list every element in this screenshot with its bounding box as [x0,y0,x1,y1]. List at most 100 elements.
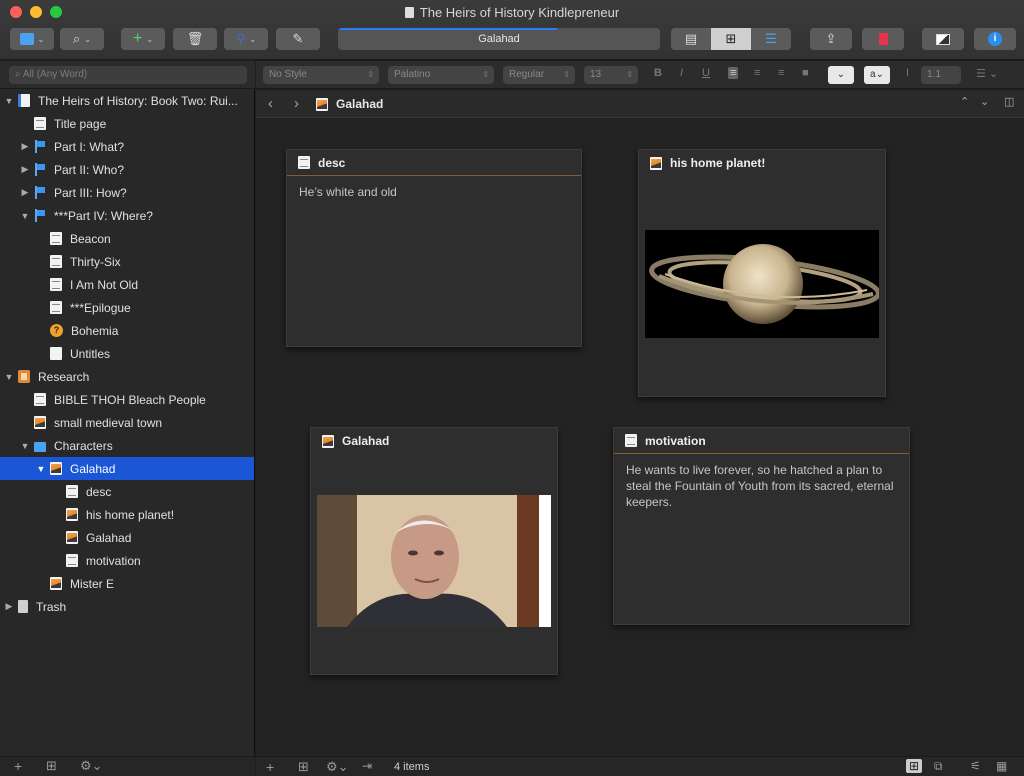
next-document-button[interactable]: ⌄ [980,95,989,108]
inspector-button[interactable]: i [974,28,1016,50]
document-title-field[interactable]: Galahad [338,28,660,50]
list-style-button[interactable]: ☰ ⌄ [976,67,998,80]
previous-document-button[interactable]: ⌃ [960,95,969,108]
binder-item-label: Research [38,369,90,384]
justify-button[interactable]: ■ [802,67,809,79]
back-button[interactable]: ‹ [268,95,273,112]
binder-search-input[interactable]: ⌕ All (Any Word) [9,66,247,84]
font-weight-select[interactable]: Regular ⇕ [503,66,575,84]
italic-button[interactable]: I [680,67,683,79]
binder-item-part-1[interactable]: ▶ Part I: What? [0,135,254,158]
text-color-button[interactable]: a⌄ [864,66,890,84]
corkboard-view-button[interactable]: ⊞ [711,28,751,50]
binder-item-desc[interactable]: desc [0,480,254,503]
document-icon [625,434,637,447]
add-button[interactable]: + ⌄ [121,28,165,50]
binder-item-i-am-not-old[interactable]: I Am Not Old [0,273,254,296]
disclosure-triangle[interactable]: ▶ [19,141,31,152]
binder-item-label: Galahad [86,530,132,545]
add-folder-button[interactable]: ⊞ [298,759,309,775]
move-out-button[interactable]: ⇥ [362,759,372,773]
card-options-button[interactable]: ⚟ [970,759,981,773]
forward-button[interactable]: › [294,95,299,112]
old-man-portrait [317,495,551,627]
disclosure-triangle[interactable]: ▼ [35,464,47,474]
disclosure-triangle[interactable]: ▼ [3,372,15,382]
settings-gear-button[interactable]: ⚙⌄ [80,758,103,774]
document-icon [50,301,62,314]
disclosure-triangle[interactable]: ▶ [3,601,15,612]
index-card-motivation[interactable]: motivation He wants to live forever, so … [613,427,910,625]
link-button[interactable]: ⚲ ⌄ [224,28,268,50]
disclosure-triangle[interactable]: ▼ [19,441,31,451]
binder-item-trash[interactable]: ▶ Trash [0,595,254,618]
disclosure-triangle[interactable]: ▶ [19,187,31,198]
bookmark-button[interactable] [862,28,904,50]
document-icon [50,255,62,268]
binder-item-thirty-six[interactable]: Thirty-Six [0,250,254,273]
add-card-button[interactable]: + [266,759,274,775]
binder-item-beacon[interactable]: Beacon [0,227,254,250]
binder-item-galahad-selected[interactable]: ▼ Galahad [0,457,254,480]
grid-layout-button[interactable]: ⊞ [906,759,923,773]
card-title: his home planet! [639,150,885,176]
document-icon [50,278,62,291]
font-size-select[interactable]: 13 ⇕ [584,66,638,84]
add-folder-button[interactable]: ⊞ [46,758,57,774]
disclosure-triangle[interactable]: ▼ [3,96,15,106]
breadcrumb[interactable]: Galahad [316,97,383,111]
document-proxy-icon[interactable] [404,7,414,18]
binder-item-part-3[interactable]: ▶ Part III: How? [0,181,254,204]
binder-item-label: The Heirs of History: Book Two: Rui... [38,93,238,108]
underline-button[interactable]: U [702,67,710,79]
index-card-home-planet[interactable]: his home planet! [638,149,886,397]
bold-button[interactable]: B [654,67,662,79]
split-editor-button[interactable]: ◫ [1004,95,1014,108]
binder-item-epilogue[interactable]: ***Epilogue [0,296,254,319]
binder-item-part-4[interactable]: ▼ ***Part IV: Where? [0,204,254,227]
binder-item-home-planet[interactable]: his home planet! [0,503,254,526]
disclosure-triangle[interactable]: ▼ [19,211,31,221]
binder-item-title-page[interactable]: Title page [0,112,254,135]
index-card-galahad[interactable]: Galahad [310,427,558,675]
folder-icon [34,441,46,452]
card-size-button[interactable]: ▦ [996,759,1007,773]
highlight-color-button[interactable]: ⌄ [828,66,854,84]
freeform-layout-button[interactable]: ⧉ [934,759,943,774]
delete-button[interactable]: 🗑 [173,28,217,50]
font-family-select[interactable]: Palatino ⇕ [388,66,494,84]
binder-item-part-2[interactable]: ▶ Part II: Who? [0,158,254,181]
binder-item-motivation[interactable]: motivation [0,549,254,572]
binder-item-galahad-image[interactable]: Galahad [0,526,254,549]
align-right-button[interactable]: ≡ [778,67,784,79]
compose-button[interactable]: ✎ [276,28,320,50]
settings-gear-button[interactable]: ⚙⌄ [326,759,349,775]
binder-item-untitles[interactable]: Untitles [0,342,254,365]
binder-item-research[interactable]: ▼ Research [0,365,254,388]
binder-item-bohemia[interactable]: ? Bohemia [0,319,254,342]
view-mode-button[interactable]: ⌄ [10,28,54,50]
binder-item-medieval-town[interactable]: small medieval town [0,411,254,434]
index-card-desc[interactable]: desc He’s white and old [286,149,582,347]
binder-item-mister-e[interactable]: Mister E [0,572,254,595]
search-button[interactable]: ⌕ ⌄ [60,28,104,50]
flag-icon [34,186,46,199]
quick-reference-button[interactable] [922,28,964,50]
binder-item-label: his home planet! [86,507,175,522]
add-item-button[interactable]: + [14,758,22,774]
line-spacing-select[interactable]: 1.1 [921,66,961,84]
style-select[interactable]: No Style ⇕ [263,66,379,84]
binder-item-characters[interactable]: ▼ Characters [0,434,254,457]
outliner-view-button[interactable]: ☰ [751,28,791,50]
scrivenings-view-button[interactable]: ▤ [671,28,711,50]
align-left-button[interactable]: ≡ [728,67,739,79]
line-spacing-icon: I [906,67,910,79]
window-title: The Heirs of History Kindlepreneur [0,5,1024,20]
binder-item-manuscript[interactable]: ▼ The Heirs of History: Book Two: Rui... [0,89,254,112]
binder-item-bible[interactable]: BIBLE THOH Bleach People [0,388,254,411]
saturn-illustration [649,244,879,324]
binder-sidebar: ▼ The Heirs of History: Book Two: Rui... … [0,89,255,756]
align-center-button[interactable]: ≡ [754,67,760,79]
share-button[interactable]: ⇪ [810,28,852,50]
disclosure-triangle[interactable]: ▶ [19,164,31,175]
